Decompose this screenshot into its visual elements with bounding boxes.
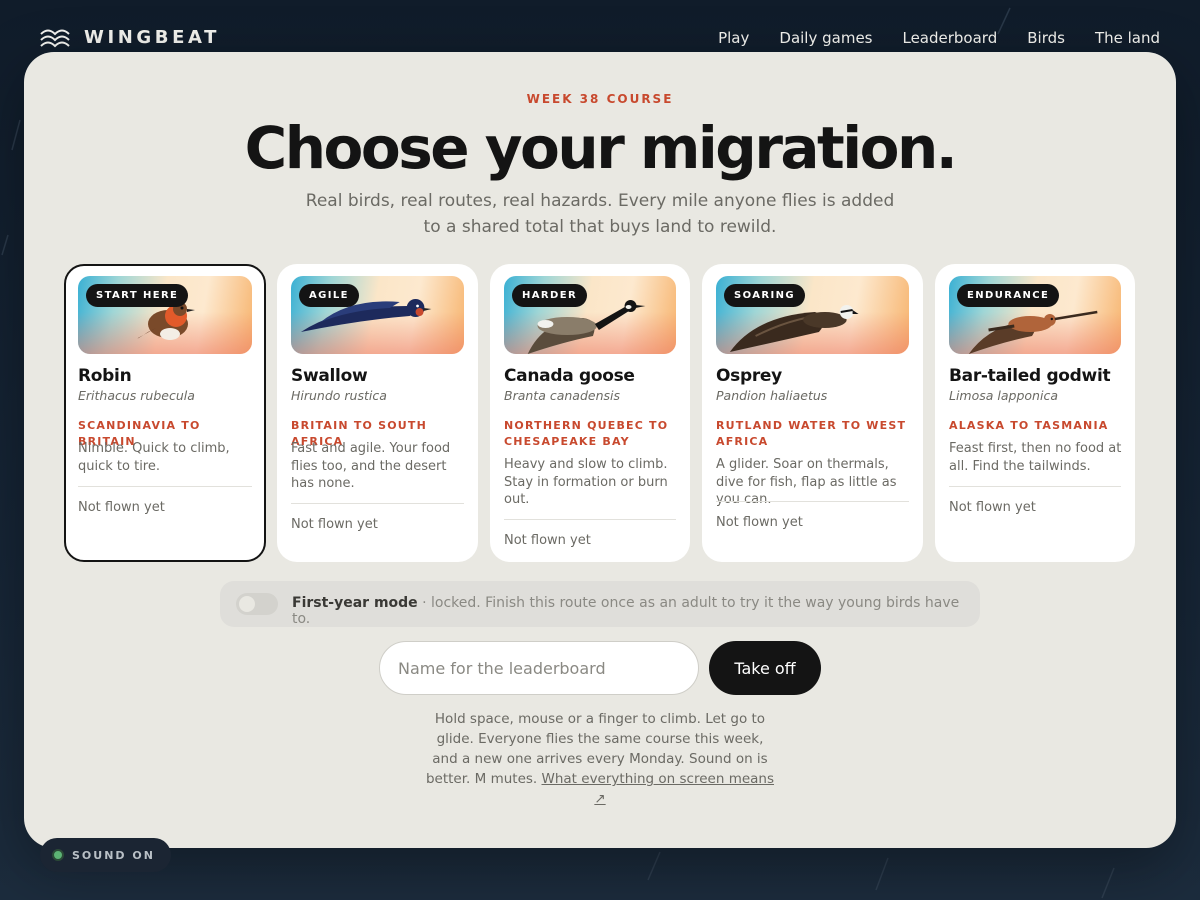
course-eyebrow: WEEK 38 COURSE — [526, 92, 674, 106]
bird-latin-name: Branta canadensis — [504, 388, 620, 403]
brand-name: WINGBEAT — [84, 26, 221, 48]
first-year-mode-label: First-year mode — [292, 595, 418, 611]
bird-route: RUTLAND WATER TO WEST AFRICA — [716, 419, 907, 448]
bird-status: Not flown yet — [291, 517, 378, 532]
bird-art-canada-goose: HARDER — [504, 276, 676, 354]
page-subtitle: Real birds, real routes, real hazards. E… — [305, 191, 895, 237]
bird-status: Not flown yet — [949, 500, 1036, 515]
bird-tag: ENDURANCE — [957, 284, 1060, 307]
sound-label: SOUND ON — [72, 848, 155, 862]
bird-card-swallow[interactable]: AGILE Swallow Hirundo rustica BRITAIN TO… — [277, 264, 478, 562]
bird-description: Feast first, then no food at all. Find t… — [949, 441, 1122, 474]
bird-art-osprey: SOARING — [716, 276, 909, 354]
bird-art-swallow: AGILE — [291, 276, 464, 354]
bird-name: Swallow — [291, 366, 368, 386]
first-year-mode-toggle[interactable] — [236, 593, 278, 615]
nav-birds[interactable]: Birds — [1027, 29, 1065, 47]
first-year-mode-text: First-year mode · locked. Finish this ro… — [292, 595, 980, 627]
card-divider — [504, 519, 676, 520]
brand-logo[interactable]: WINGBEAT — [40, 26, 220, 48]
nav-daily-games[interactable]: Daily games — [779, 29, 872, 47]
bird-card-canada-goose[interactable]: HARDER Canada goose Branta canadensis NO… — [490, 264, 690, 562]
top-bar: WINGBEAT Play Daily games Leaderboard Bi… — [0, 0, 1200, 56]
bird-route: NORTHERN QUEBEC TO CHESAPEAKE BAY — [504, 419, 669, 448]
first-year-mode-row: First-year mode · locked. Finish this ro… — [220, 581, 980, 627]
bird-tag: SOARING — [724, 284, 805, 307]
bird-art-robin: START HERE — [78, 276, 252, 354]
take-off-button[interactable]: Take off — [709, 641, 821, 695]
bird-card-robin[interactable]: START HERE Robin Erithacus rubecula SCAN… — [64, 264, 266, 562]
nav-leaderboard[interactable]: Leaderboard — [902, 29, 997, 47]
bird-latin-name: Hirundo rustica — [291, 388, 387, 403]
bird-status: Not flown yet — [78, 500, 165, 515]
bird-latin-name: Limosa lapponica — [949, 388, 1058, 403]
bird-card-osprey[interactable]: SOARING Osprey Pandion haliaetus RUTLAND… — [702, 264, 923, 562]
nav-the-land[interactable]: The land — [1095, 29, 1160, 47]
bird-name: Robin — [78, 366, 132, 386]
nav-play[interactable]: Play — [718, 29, 749, 47]
help-text: Hold space, mouse or a finger to climb. … — [425, 709, 775, 809]
bird-card-bar-tailed-godwit[interactable]: ENDURANCE Bar-tailed godwit Limosa lappo… — [935, 264, 1135, 562]
card-divider — [78, 486, 252, 487]
bird-name: Canada goose — [504, 366, 635, 386]
sound-toggle[interactable]: SOUND ON — [40, 838, 171, 872]
bird-status: Not flown yet — [716, 515, 803, 530]
bird-name: Bar-tailed godwit — [949, 366, 1111, 386]
bird-tag: START HERE — [86, 284, 189, 307]
card-divider — [291, 503, 464, 504]
wave-logo-icon — [40, 29, 70, 48]
card-divider — [716, 501, 909, 502]
bird-name: Osprey — [716, 366, 782, 386]
main-nav: Play Daily games Leaderboard Birds The l… — [718, 29, 1160, 47]
bird-tag: HARDER — [512, 284, 588, 307]
bird-description: Nimble. Quick to climb, quick to tire. — [78, 441, 230, 474]
page-title: Choose your migration. — [244, 114, 958, 182]
bird-description: Fast and agile. Your food flies too, and… — [291, 441, 451, 491]
bird-latin-name: Pandion haliaetus — [716, 388, 828, 403]
bird-status: Not flown yet — [504, 533, 591, 548]
bird-description: Heavy and slow to climb. Stay in formati… — [504, 457, 668, 507]
toggle-knob — [239, 596, 255, 612]
screen-guide-link[interactable]: What everything on screen means ↗ — [542, 771, 775, 807]
leaderboard-name-input[interactable] — [379, 641, 699, 695]
migration-panel: WEEK 38 COURSE Choose your migration. Re… — [24, 52, 1176, 848]
bird-tag: AGILE — [299, 284, 359, 307]
bird-art-bar-tailed-godwit: ENDURANCE — [949, 276, 1121, 354]
card-divider — [949, 486, 1121, 487]
bird-latin-name: Erithacus rubecula — [78, 388, 195, 403]
bird-route: ALASKA TO TASMANIA — [949, 419, 1109, 432]
sound-status-indicator — [52, 849, 64, 861]
